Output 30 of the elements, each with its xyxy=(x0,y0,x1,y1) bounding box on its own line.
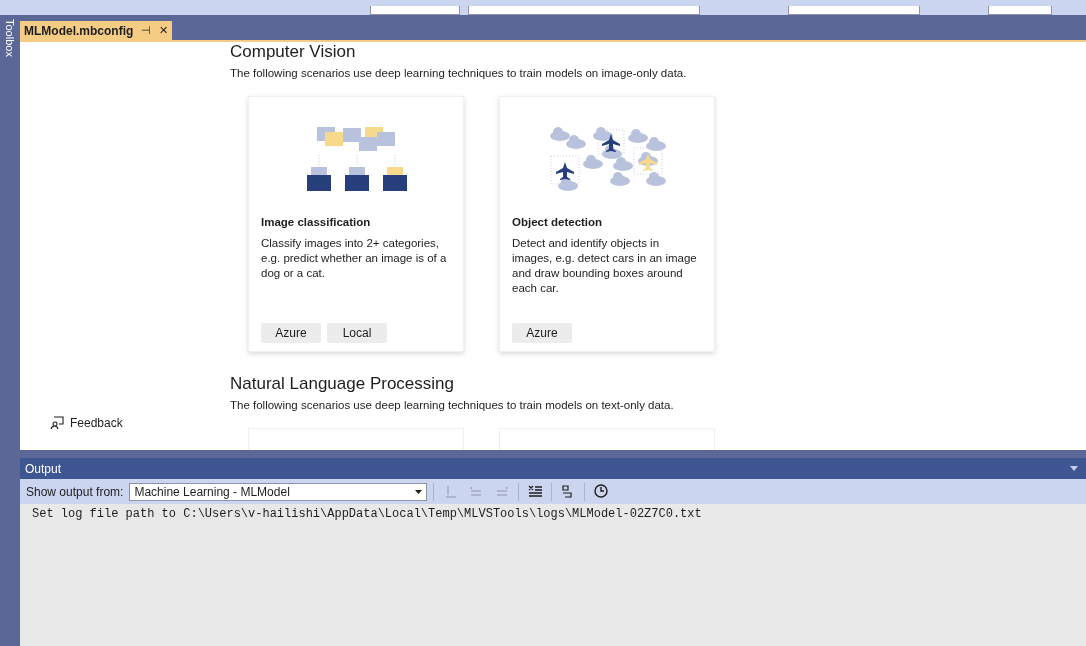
pin-icon[interactable]: ⊣ xyxy=(141,24,152,37)
toolbar-field[interactable] xyxy=(468,6,700,15)
tab-label: MLModel.mbconfig xyxy=(24,23,134,38)
card-title: Image classification xyxy=(261,216,372,228)
card-title: Object detection xyxy=(512,216,604,228)
target-button[interactable]: Azure xyxy=(261,323,321,343)
output-source-label: Show output from: xyxy=(26,484,124,499)
card-description: Detect and identify objects in images, e.g. detect cars in an image and draw bounding boxes around each car. xyxy=(512,236,698,296)
feedback-icon[interactable] xyxy=(50,416,64,430)
output-source-dropdown[interactable]: Machine Learning - MLModel xyxy=(129,482,428,501)
feedback-link[interactable]: Feedback xyxy=(70,416,123,430)
clock-icon[interactable] xyxy=(593,484,609,499)
panel-title: Output xyxy=(25,461,62,476)
output-line: Set log file path to C:\Users\v-hailishi\AppData\Local\Temp\MLVSTools\logs\MLModel-02Z7C0.txt xyxy=(32,507,703,521)
dropdown-icon[interactable] xyxy=(1070,466,1078,471)
section-title: Natural Language Processing xyxy=(230,374,455,394)
toolbar-field[interactable] xyxy=(988,6,1052,15)
toolbar-field[interactable] xyxy=(370,6,460,15)
section-title: Computer Vision xyxy=(230,42,357,62)
toolbar-field[interactable] xyxy=(788,6,920,15)
section-description: The following scenarios use deep learning techniques to train models on text-only data. xyxy=(230,399,675,411)
card-description: Classify images into 2+ categories, e.g. predict whether an image is of a dog or a cat. xyxy=(261,236,448,281)
clear-all-icon[interactable] xyxy=(527,484,543,499)
close-icon[interactable]: ✕ xyxy=(159,24,169,37)
document-tab[interactable]: MLModel.mbconfig ⊣ ✕ xyxy=(20,21,173,40)
target-button[interactable]: Local xyxy=(327,323,387,343)
section-description: The following scenarios use deep learning techniques to train models on image-only data. xyxy=(230,67,688,79)
caret-icon[interactable] xyxy=(415,489,423,494)
target-button[interactable]: Azure xyxy=(512,323,572,343)
toolbox-tab[interactable]: Toolbox xyxy=(4,19,16,57)
